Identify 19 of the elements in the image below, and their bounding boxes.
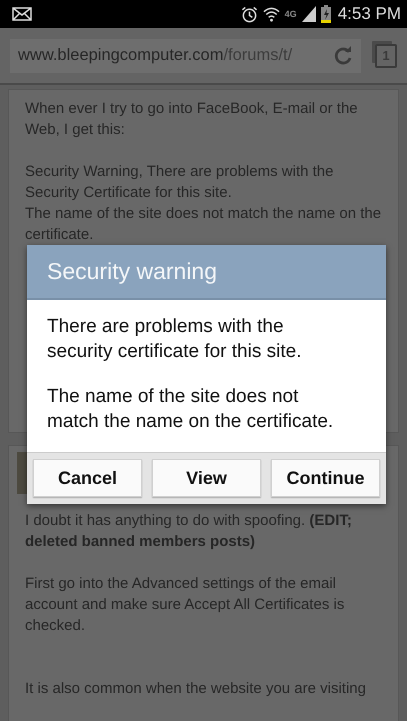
dialog-button[interactable]: View [152, 459, 261, 497]
signal-icon [302, 6, 316, 22]
battery-charging-icon [320, 5, 331, 23]
post-paragraph: It is also common when the website you are visiting [25, 679, 367, 699]
dialog-message: The name of the site does not match the name on the certificate. [47, 385, 334, 434]
post-paragraph: First go into the Advanced settings of the email account and make sure Accept All Certificates is checked. [25, 574, 346, 636]
clock-time: 4:53 PM [338, 4, 401, 24]
reload-icon[interactable] [333, 46, 353, 66]
network-type-label: 4G [284, 9, 297, 19]
alarm-clock-icon [240, 6, 258, 22]
dialog-message: There are problems with the security certificate for this site. [47, 315, 302, 364]
wifi-icon [262, 6, 280, 22]
post-paragraph: When ever I try to go into FaceBook, E-mail or the Web, I get this: [25, 99, 359, 140]
dialog-button[interactable]: Cancel [33, 459, 142, 497]
dialog-title: Security warning [27, 245, 386, 300]
post-paragraph: Security Warning, There are problems with the Security Certificate for this site. The name of the site does not match the name on the certificate. [25, 162, 382, 245]
dialog-button[interactable]: Continue [271, 459, 380, 497]
envelope-icon [12, 7, 32, 21]
post-paragraph: I doubt it has anything to do with spoofing. (EDIT; deleted banned members posts) [25, 511, 353, 552]
